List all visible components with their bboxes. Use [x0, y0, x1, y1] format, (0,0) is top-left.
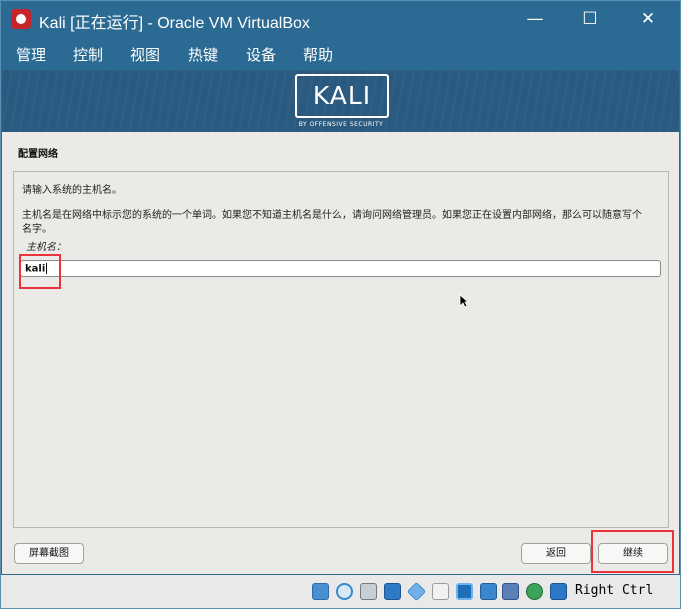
- menu-view[interactable]: 视图: [130, 44, 160, 65]
- virtualization-icon[interactable]: [526, 583, 543, 600]
- description-line-1: 主机名是在网络中标示您的系统的一个单词。如果您不知道主机名是什么，请询问网络管理…: [22, 210, 642, 221]
- menu-manage[interactable]: 管理: [16, 44, 46, 65]
- menu-bar: 管理 控制 视图 热键 设备 帮助: [1, 38, 680, 70]
- hard-disk-icon[interactable]: [312, 583, 329, 600]
- audio-icon[interactable]: [360, 583, 377, 600]
- maximize-button[interactable]: ☐: [575, 5, 605, 33]
- hostname-input[interactable]: kali: [20, 260, 661, 277]
- kali-logo: KALI: [295, 74, 389, 118]
- display-icon[interactable]: [456, 583, 473, 600]
- usb-icon[interactable]: [406, 581, 427, 602]
- window-title: Kali [正在运行] - Oracle VM VirtualBox: [39, 15, 310, 32]
- hostname-label: 主机名：: [26, 242, 66, 253]
- status-bar: Right Ctrl: [1, 575, 680, 608]
- title-bar[interactable]: Kali [正在运行] - Oracle VM VirtualBox — ☐ ✕: [1, 1, 680, 38]
- host-key-label: Right Ctrl: [575, 583, 654, 598]
- virtualbox-app-icon: [11, 9, 31, 29]
- mouse-integration-icon[interactable]: [550, 583, 567, 600]
- network-icon[interactable]: [384, 583, 401, 600]
- back-button[interactable]: 返回: [521, 543, 591, 564]
- menu-devices[interactable]: 设备: [246, 44, 276, 65]
- menu-control[interactable]: 控制: [73, 44, 103, 65]
- kali-banner: KALI BY OFFENSIVE SECURITY: [2, 70, 679, 132]
- continue-highlight-box: [591, 530, 674, 573]
- optical-disc-icon[interactable]: [336, 583, 353, 600]
- description-line-2: 名字。: [22, 224, 52, 235]
- section-title: 配置网络: [18, 149, 58, 160]
- menu-help[interactable]: 帮助: [303, 44, 333, 65]
- shared-folder-icon[interactable]: [432, 583, 449, 600]
- screenshot-button[interactable]: 屏幕截图: [14, 543, 84, 564]
- recording-icon[interactable]: [502, 583, 519, 600]
- installer-panel: 配置网络 请输入系统的主机名。 主机名是在网络中标示您的系统的一个单词。如果您不…: [2, 132, 679, 574]
- close-button[interactable]: ✕: [633, 5, 663, 33]
- prompt-text: 请输入系统的主机名。: [22, 185, 122, 196]
- hostname-highlight-box: [19, 254, 61, 289]
- mouse-pointer-icon: [459, 294, 469, 308]
- kali-logo-subtitle: BY OFFENSIVE SECURITY: [298, 121, 384, 128]
- video-capture-icon[interactable]: [480, 583, 497, 600]
- content-box: 请输入系统的主机名。 主机名是在网络中标示您的系统的一个单词。如果您不知道主机名…: [13, 171, 669, 528]
- minimize-button[interactable]: —: [520, 5, 550, 33]
- menu-hotkeys[interactable]: 热键: [188, 44, 218, 65]
- virtualbox-window: Kali [正在运行] - Oracle VM VirtualBox — ☐ ✕…: [0, 0, 681, 609]
